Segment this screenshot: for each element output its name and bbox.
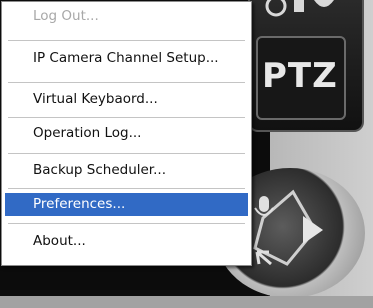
menu-separator bbox=[8, 223, 245, 224]
menu-separator bbox=[8, 82, 245, 83]
context-menu: Log Out... IP Camera Channel Setup... Vi… bbox=[1, 1, 252, 266]
camera-icon[interactable] bbox=[262, 0, 342, 22]
menu-separator bbox=[8, 40, 245, 41]
status-strip bbox=[0, 296, 373, 308]
menu-item-log-out: Log Out... bbox=[33, 8, 99, 24]
menu-separator bbox=[8, 188, 245, 189]
menu-item-ip-camera-channel-setup[interactable]: IP Camera Channel Setup... bbox=[5, 47, 248, 70]
menu-item-backup-scheduler[interactable]: Backup Scheduler... bbox=[5, 159, 248, 182]
menu-item-about[interactable]: About... bbox=[5, 230, 248, 253]
play-icon[interactable] bbox=[303, 216, 323, 244]
microphone-icon[interactable] bbox=[254, 196, 274, 216]
ptz-label: PTZ bbox=[262, 56, 338, 96]
menu-separator bbox=[8, 153, 245, 154]
menu-item-preferences[interactable]: Preferences... bbox=[5, 193, 248, 216]
menu-item-operation-log[interactable]: Operation Log... bbox=[5, 122, 248, 145]
menu-item-virtual-keyboard[interactable]: Virtual Keybaord... bbox=[5, 88, 248, 111]
menu-separator bbox=[8, 117, 245, 118]
